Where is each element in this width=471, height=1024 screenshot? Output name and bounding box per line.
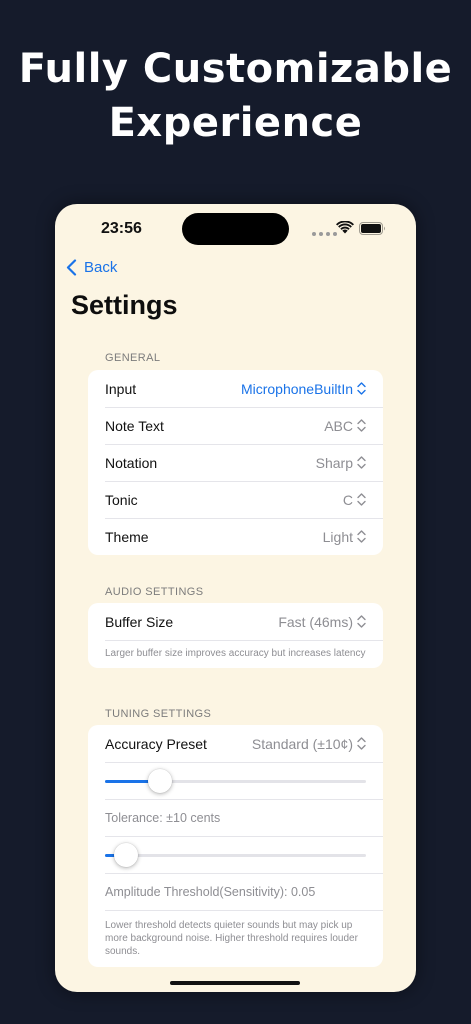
threshold-note-text: Lower threshold detects quieter sounds b… xyxy=(105,920,358,957)
chevron-up-down-icon xyxy=(357,382,366,395)
wifi-icon xyxy=(336,221,354,234)
accuracy-preset-picker[interactable]: Standard (±10¢) xyxy=(252,736,366,752)
input-picker[interactable]: MicrophoneBuiltIn xyxy=(241,381,366,397)
buffer-size-row: Buffer Size Fast (46ms) xyxy=(88,603,383,640)
note-text-row: Note Text ABC xyxy=(88,407,383,444)
chevron-up-down-icon xyxy=(357,737,366,750)
theme-row: Theme Light xyxy=(88,518,383,555)
tolerance-slider-row xyxy=(88,762,383,799)
tonic-picker[interactable]: C xyxy=(343,492,366,508)
threshold-note: Lower threshold detects quieter sounds b… xyxy=(88,910,383,967)
note-text-picker[interactable]: ABC xyxy=(324,418,366,434)
back-label: Back xyxy=(84,259,118,276)
phone-screen: 23:56 Back Settings GENERAL Input Microp… xyxy=(55,204,416,992)
signal-dots-icon xyxy=(312,232,337,236)
chevron-left-icon xyxy=(66,259,77,276)
tonic-label: Tonic xyxy=(105,491,138,508)
buffer-size-label: Buffer Size xyxy=(105,613,174,630)
chevron-up-down-icon xyxy=(357,493,366,506)
buffer-size-note-text: Larger buffer size improves accuracy but… xyxy=(105,648,366,659)
section-header-audio: AUDIO SETTINGS xyxy=(105,586,204,598)
chevron-up-down-icon xyxy=(357,530,366,543)
theme-value: Light xyxy=(322,528,353,545)
theme-picker[interactable]: Light xyxy=(323,529,366,545)
buffer-size-value: Fast (46ms) xyxy=(278,613,353,630)
tuning-group: Accuracy Preset Standard (±10¢) Toleranc… xyxy=(88,725,383,967)
home-indicator xyxy=(170,981,300,985)
tolerance-text: Tolerance: ±10 cents xyxy=(105,810,221,825)
chevron-up-down-icon xyxy=(357,419,366,432)
input-value: MicrophoneBuiltIn xyxy=(240,380,353,397)
notation-label: Notation xyxy=(105,454,158,471)
note-text-value: ABC xyxy=(324,417,353,434)
input-row: Input MicrophoneBuiltIn xyxy=(88,370,383,407)
accuracy-preset-label: Accuracy Preset xyxy=(105,735,207,752)
note-text-label: Note Text xyxy=(105,417,164,434)
notation-value: Sharp xyxy=(315,454,353,471)
amplitude-text-row: Amplitude Threshold(Sensitivity): 0.05 xyxy=(88,873,383,910)
amplitude-slider-row xyxy=(88,836,383,873)
tolerance-text-row: Tolerance: ±10 cents xyxy=(88,799,383,836)
battery-icon xyxy=(359,222,385,235)
tolerance-slider[interactable] xyxy=(105,769,366,793)
buffer-size-note: Larger buffer size improves accuracy but… xyxy=(88,640,383,668)
input-label: Input xyxy=(105,380,137,397)
tolerance-slider-thumb[interactable] xyxy=(147,769,172,793)
section-header-tuning: TUNING SETTINGS xyxy=(105,708,212,720)
notation-picker[interactable]: Sharp xyxy=(316,455,366,471)
status-time: 23:56 xyxy=(101,220,142,237)
amplitude-slider[interactable] xyxy=(105,843,366,867)
headline-line-2: Experience xyxy=(108,100,363,146)
tonic-value: C xyxy=(342,491,353,508)
accuracy-preset-row: Accuracy Preset Standard (±10¢) xyxy=(88,725,383,762)
amplitude-text: Amplitude Threshold(Sensitivity): 0.05 xyxy=(105,884,316,899)
headline: Fully Customizable Experience xyxy=(0,42,471,150)
audio-group: Buffer Size Fast (46ms) Larger buffer si… xyxy=(88,603,383,668)
section-header-general: GENERAL xyxy=(105,352,161,364)
notation-row: Notation Sharp xyxy=(88,444,383,481)
accuracy-preset-value: Standard (±10¢) xyxy=(251,735,353,752)
chevron-up-down-icon xyxy=(357,456,366,469)
tonic-row: Tonic C xyxy=(88,481,383,518)
page-title: Settings xyxy=(71,290,178,320)
chevron-up-down-icon xyxy=(357,615,366,628)
status-bar: 23:56 xyxy=(55,204,416,254)
theme-label: Theme xyxy=(105,528,149,545)
headline-line-1: Fully Customizable xyxy=(18,46,453,92)
dynamic-island xyxy=(182,213,289,245)
general-group: Input MicrophoneBuiltIn Note Text ABC No… xyxy=(88,370,383,555)
back-button[interactable]: Back xyxy=(66,259,117,276)
amplitude-slider-thumb[interactable] xyxy=(113,843,138,867)
buffer-size-picker[interactable]: Fast (46ms) xyxy=(278,614,366,630)
